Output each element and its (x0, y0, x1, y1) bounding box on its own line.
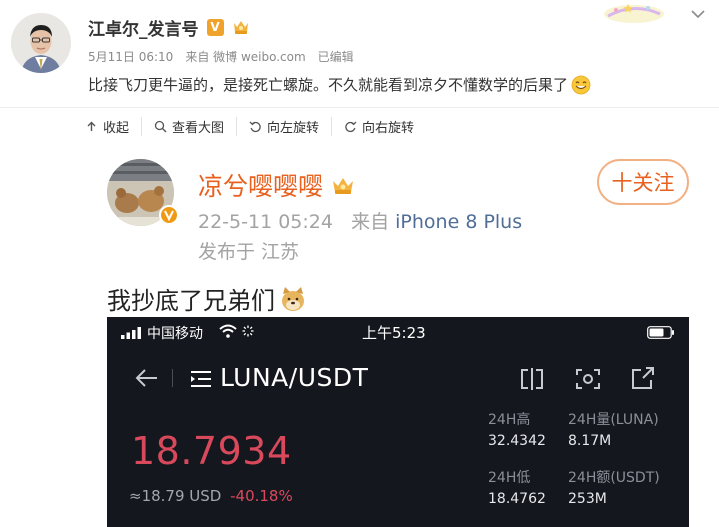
embedded-location: 发布于 江苏 (198, 241, 300, 263)
rotate-left-icon (249, 121, 261, 132)
image-toolbar: 收起 查看大图 向左旋转 向右旋转 (85, 114, 426, 138)
doge-emoji-icon (282, 286, 304, 311)
rotate-right-button[interactable]: 向右旋转 (331, 116, 426, 136)
magnifier-icon (154, 120, 167, 132)
weibo-post-page: 江卓尔_发言号 V 5月11日 06:10 来自 微博 weibo.com 已编… (0, 0, 719, 527)
embedded-crown-icon (333, 178, 354, 194)
phone-status-bar: 中国移动 上午5:23 (107, 317, 689, 345)
nav-divider (172, 369, 173, 387)
embedded-meta: 22-5-11 05:24 来自 iPhone 8 Plus (198, 207, 522, 234)
divider (0, 107, 719, 108)
embedded-time: 22-5-11 05:24 (198, 211, 333, 233)
price-change: -40.18% (230, 487, 293, 505)
signal-icon (121, 327, 141, 339)
follow-button: 十关注 (597, 159, 689, 205)
stat-24h-volume-value: 8.17M (568, 433, 612, 449)
compare-icon (521, 368, 543, 390)
rotate-left-button[interactable]: 向左旋转 (236, 116, 331, 136)
smile-emoji-icon (571, 75, 591, 94)
wifi-icon (219, 324, 237, 338)
embedded-post-row: 我抄底了兄弟们 (107, 281, 307, 316)
embedded-post-text: 我抄底了兄弟们 (107, 287, 275, 315)
embedded-author-name: 凉兮嘤嘤嘤 (198, 172, 324, 201)
crown-badge-icon (233, 21, 248, 34)
embedded-source-prefix: 来自 (351, 211, 390, 233)
price-sub: ≈18.79 USD -40.18% (129, 487, 293, 505)
stat-24h-low: 24H低 18.4762 (488, 467, 546, 507)
exchange-app-screenshot: 中国移动 上午5:23 LUNA/USDT 18.7934 ≈18.79 USD… (107, 317, 689, 527)
loading-spinner-icon (242, 325, 254, 337)
edited-tag[interactable]: 已编辑 (318, 48, 354, 65)
chevron-down-icon[interactable] (690, 8, 706, 20)
stat-24h-amount-value: 253M (568, 491, 607, 507)
back-arrow-icon (135, 369, 157, 387)
card-decoration-icon (604, 4, 664, 23)
screenshot-icon (576, 369, 600, 389)
collapse-button[interactable]: 收起 (85, 117, 141, 136)
last-price: 18.7934 (131, 429, 292, 473)
stat-24h-volume: 24H量(LUNA) 8.17M (568, 409, 659, 449)
trading-pair: LUNA/USDT (220, 363, 369, 392)
share-icon (632, 367, 654, 389)
stat-24h-low-label: 24H低 (488, 470, 531, 486)
collapse-label: 收起 (103, 120, 130, 136)
stat-24h-volume-label: 24H量(LUNA) (568, 412, 659, 428)
usd-price: ≈18.79 USD (129, 487, 222, 505)
post-source: 来自 微博 weibo.com (185, 50, 306, 64)
embedded-verified-icon (159, 205, 179, 225)
stat-24h-amount-label: 24H额(USDT) (568, 470, 660, 486)
author-avatar[interactable] (11, 13, 71, 73)
post-meta: 5月11日 06:10 来自 微博 weibo.com 已编辑 (88, 48, 354, 65)
rotate-left-label: 向左旋转 (267, 120, 320, 136)
pair-header: LUNA/USDT (107, 359, 689, 399)
view-large-label: 查看大图 (172, 120, 225, 136)
battery-icon (647, 326, 674, 339)
pair-list-icon (191, 371, 211, 387)
post-image[interactable]: 凉兮嘤嘤嘤 22-5-11 05:24 来自 iPhone 8 Plus 发布于… (85, 147, 719, 527)
post-date[interactable]: 5月11日 06:10 (88, 48, 173, 65)
stat-24h-high-value: 32.4342 (488, 433, 546, 449)
verified-v-badge: V (206, 18, 224, 36)
collapse-icon (87, 121, 96, 131)
stat-24h-low-value: 18.4762 (488, 491, 546, 507)
carrier-name: 中国移动 (147, 326, 203, 342)
author-name[interactable]: 江卓尔_发言号 (88, 15, 199, 40)
stat-24h-high: 24H高 32.4342 (488, 409, 546, 449)
stat-24h-amount: 24H额(USDT) 253M (568, 467, 660, 507)
rotate-right-icon (345, 121, 357, 132)
stat-24h-high-label: 24H高 (488, 412, 531, 428)
post-text: 比接飞刀更牛逼的，是接死亡螺旋。不久就能看到凉夕不懂数学的后果了 (88, 76, 569, 94)
view-large-button[interactable]: 查看大图 (141, 116, 236, 136)
embedded-source-device: iPhone 8 Plus (395, 211, 523, 233)
phone-clock: 上午5:23 (362, 324, 426, 342)
post-text-row: 比接飞刀更牛逼的，是接死亡螺旋。不久就能看到凉夕不懂数学的后果了 (88, 74, 591, 95)
rotate-right-label: 向右旋转 (362, 120, 415, 136)
